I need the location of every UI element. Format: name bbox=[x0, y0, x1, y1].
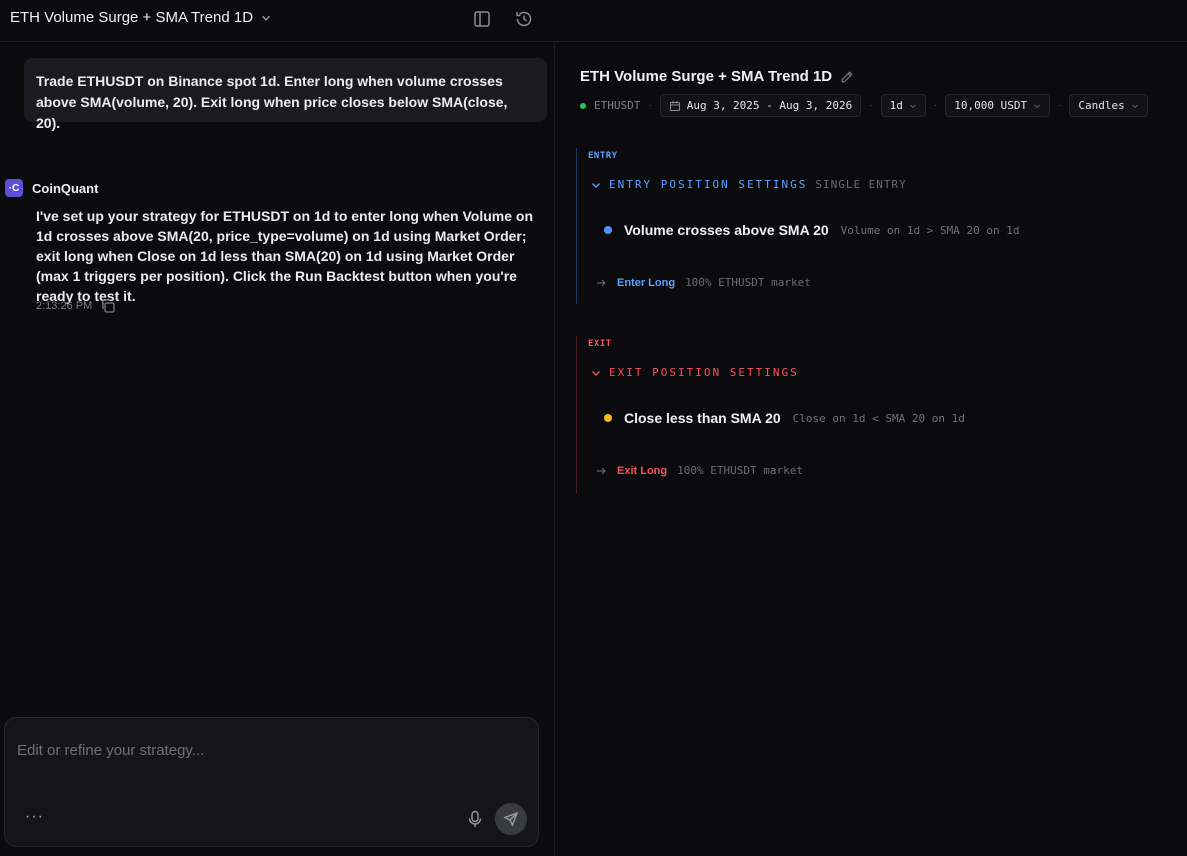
entry-action[interactable]: Enter Long 100% ETHUSDT market bbox=[595, 276, 811, 289]
exit-condition[interactable]: Close less than SMA 20 Close on 1d < SMA… bbox=[604, 410, 965, 426]
chevron-down-icon bbox=[592, 370, 600, 376]
sidebar-toggle-icon[interactable] bbox=[472, 9, 492, 29]
exit-condition-detail: Close on 1d < SMA 20 on 1d bbox=[792, 411, 965, 425]
exit-settings-toggle[interactable]: EXIT POSITION SETTINGS bbox=[591, 366, 799, 379]
calendar-icon bbox=[669, 100, 680, 111]
condition-dot bbox=[604, 226, 612, 234]
bot-name: CoinQuant bbox=[32, 180, 99, 196]
history-icon[interactable] bbox=[514, 9, 534, 29]
strategy-input[interactable] bbox=[17, 738, 517, 762]
entry-condition-detail: Volume on 1d > SMA 20 on 1d bbox=[840, 223, 1020, 237]
entry-action-detail: 100% ETHUSDT market bbox=[685, 276, 811, 289]
enter-long-label: Enter Long bbox=[617, 276, 676, 289]
date-range-value: Aug 3, 2025 - Aug 3, 2026 bbox=[686, 99, 853, 112]
entry-mode-label: SINGLE ENTRY bbox=[815, 178, 907, 191]
strategy-params: ETHUSDT · Aug 3, 2025 - Aug 3, 2026 · 1d… bbox=[580, 94, 1148, 117]
chevron-down-icon bbox=[1131, 104, 1138, 108]
exit-label: EXIT bbox=[588, 339, 612, 349]
chat-panel: Trade ETHUSDT on Binance spot 1d. Enter … bbox=[0, 42, 555, 856]
chevron-down-icon bbox=[262, 15, 271, 21]
date-range-picker[interactable]: Aug 3, 2025 - Aug 3, 2026 bbox=[659, 94, 862, 117]
strategy-title: ETH Volume Surge + SMA Trend 1D bbox=[580, 68, 833, 85]
chevron-down-icon bbox=[1034, 104, 1040, 108]
chevron-down-icon bbox=[910, 104, 916, 108]
chart-type-value: Candles bbox=[1078, 99, 1125, 112]
arrow-right-icon bbox=[597, 467, 606, 474]
more-options-button[interactable]: ··· bbox=[25, 808, 44, 826]
microphone-icon[interactable] bbox=[467, 810, 483, 828]
strategy-title-row: ETH Volume Surge + SMA Trend 1D bbox=[580, 68, 854, 85]
condition-dot bbox=[604, 414, 612, 422]
entry-condition[interactable]: Volume crosses above SMA 20 Volume on 1d… bbox=[604, 222, 1019, 238]
entry-section: ENTRY ENTRY POSITION SETTINGS SINGLE ENT… bbox=[576, 148, 1136, 304]
entry-condition-title: Volume crosses above SMA 20 bbox=[624, 222, 829, 238]
separator: · bbox=[1058, 100, 1062, 111]
strategy-title-dropdown[interactable]: ETH Volume Surge + SMA Trend 1D bbox=[10, 9, 273, 26]
send-button[interactable] bbox=[495, 803, 527, 835]
live-status-dot bbox=[580, 102, 586, 109]
separator: · bbox=[869, 100, 873, 111]
message-timestamp: 2:13:26 PM bbox=[36, 300, 93, 312]
chevron-down-icon bbox=[592, 182, 600, 188]
timeframe-value: 1d bbox=[889, 99, 903, 112]
bot-header: ·C CoinQuant bbox=[5, 179, 98, 197]
separator: · bbox=[648, 100, 652, 111]
user-message: Trade ETHUSDT on Binance spot 1d. Enter … bbox=[24, 58, 547, 131]
send-icon bbox=[503, 811, 519, 827]
entry-settings-title: ENTRY POSITION SETTINGS bbox=[609, 178, 808, 191]
strategy-panel: ETH Volume Surge + SMA Trend 1D ETHUSDT … bbox=[556, 42, 1187, 856]
arrow-right-icon bbox=[597, 279, 606, 286]
timeframe-select[interactable]: 1d bbox=[880, 94, 926, 117]
exit-settings-title: EXIT POSITION SETTINGS bbox=[609, 366, 799, 379]
entry-label: ENTRY bbox=[588, 151, 618, 161]
exit-long-label: Exit Long bbox=[617, 464, 668, 477]
separator: · bbox=[933, 100, 938, 111]
composer: ··· bbox=[4, 717, 539, 847]
avatar: ·C bbox=[5, 179, 23, 197]
capital-select[interactable]: 10,000 USDT bbox=[945, 94, 1051, 117]
exit-action[interactable]: Exit Long 100% ETHUSDT market bbox=[595, 464, 803, 477]
bot-message: I've set up your strategy for ETHUSDT on… bbox=[36, 208, 534, 304]
symbol-label: ETHUSDT bbox=[594, 99, 641, 112]
top-bar: ETH Volume Surge + SMA Trend 1D bbox=[0, 0, 1187, 42]
copy-icon[interactable] bbox=[100, 298, 116, 314]
exit-action-detail: 100% ETHUSDT market bbox=[677, 464, 803, 477]
entry-settings-toggle[interactable]: ENTRY POSITION SETTINGS SINGLE ENTRY bbox=[591, 178, 907, 191]
pencil-icon[interactable] bbox=[840, 70, 854, 84]
message-meta: 2:13:26 PM bbox=[36, 298, 116, 314]
exit-section: EXIT EXIT POSITION SETTINGS Close less t… bbox=[576, 336, 1136, 494]
exit-condition-title: Close less than SMA 20 bbox=[624, 410, 781, 426]
capital-value: 10,000 USDT bbox=[954, 99, 1028, 112]
app-title: ETH Volume Surge + SMA Trend 1D bbox=[10, 9, 254, 26]
chart-type-select[interactable]: Candles bbox=[1069, 94, 1148, 117]
avatar-text: ·C bbox=[8, 182, 20, 194]
